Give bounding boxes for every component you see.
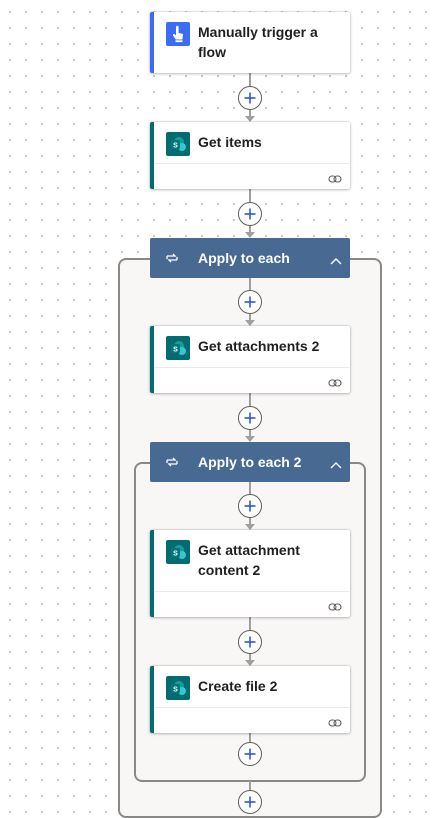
- apply-to-each-2-header[interactable]: Apply to each 2: [150, 442, 350, 482]
- card-title: Get attachment content 2: [198, 542, 300, 578]
- add-step-button[interactable]: [238, 742, 262, 766]
- create-file-card[interactable]: Create file 2: [150, 666, 350, 733]
- add-step-button[interactable]: [238, 790, 262, 814]
- apply-to-each-header[interactable]: Apply to each: [150, 238, 350, 278]
- loop-icon: [165, 251, 179, 269]
- link-icon[interactable]: [328, 715, 342, 725]
- link-icon[interactable]: [328, 599, 342, 609]
- add-step-button[interactable]: [238, 630, 262, 654]
- loop-title: Apply to each: [198, 250, 290, 266]
- chevron-up-icon[interactable]: [330, 252, 342, 270]
- card-title: Create file 2: [198, 678, 278, 694]
- sharepoint-icon: [166, 336, 190, 360]
- add-step-button[interactable]: [238, 406, 262, 430]
- card-accent-bar: [150, 326, 154, 393]
- card-title: Get items: [198, 134, 262, 150]
- get-attachment-content-card[interactable]: Get attachment content 2: [150, 530, 350, 617]
- sharepoint-icon: [166, 132, 190, 156]
- add-step-button[interactable]: [238, 494, 262, 518]
- add-step-button[interactable]: [238, 202, 262, 226]
- get-attachments-card[interactable]: Get attachments 2: [150, 326, 350, 393]
- add-step-button[interactable]: [238, 86, 262, 110]
- get-items-card[interactable]: Get items: [150, 122, 350, 189]
- hand-pointer-icon: [166, 22, 190, 46]
- card-divider: [154, 591, 350, 592]
- card-accent-bar: [150, 666, 154, 733]
- add-step-button[interactable]: [238, 290, 262, 314]
- card-divider: [154, 367, 350, 368]
- card-divider: [154, 707, 350, 708]
- card-accent-bar: [150, 122, 154, 189]
- card-divider: [154, 163, 350, 164]
- trigger-card[interactable]: Manually trigger a flow: [150, 12, 350, 73]
- card-accent-bar: [150, 530, 154, 617]
- link-icon[interactable]: [328, 171, 342, 181]
- card-title: Get attachments 2: [198, 338, 320, 354]
- sharepoint-icon: [166, 676, 190, 700]
- loop-title: Apply to each 2: [198, 454, 302, 470]
- link-icon[interactable]: [328, 375, 342, 385]
- chevron-up-icon[interactable]: [330, 456, 342, 474]
- loop-icon: [165, 455, 179, 473]
- card-title: Manually trigger a flow: [198, 24, 318, 60]
- card-accent-bar: [150, 12, 154, 73]
- sharepoint-icon: [166, 540, 190, 564]
